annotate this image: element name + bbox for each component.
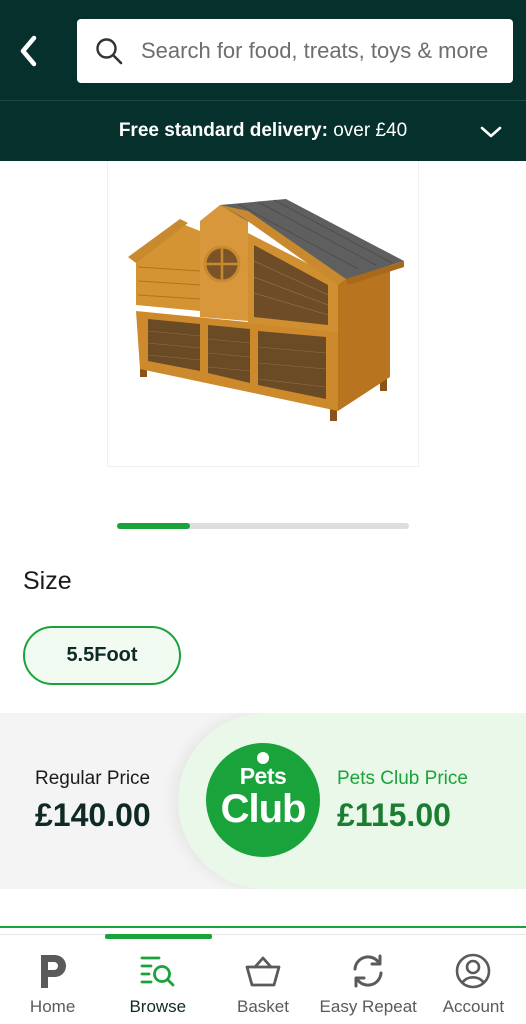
pets-club-price-label: Pets Club Price <box>337 768 468 789</box>
product-image[interactable] <box>107 161 419 467</box>
delivery-threshold-text: over £40 <box>327 120 408 141</box>
nav-label-account: Account <box>442 997 505 1016</box>
nav-item-basket[interactable]: Basket <box>210 935 315 1024</box>
delivery-banner[interactable]: Free standard delivery: over £40 <box>0 100 526 161</box>
nav-label-home: Home <box>29 997 76 1016</box>
price-panel: Regular Price £140.00 Pets Club Pets Clu… <box>0 713 526 889</box>
pets-club-logo: Pets Club <box>206 743 320 857</box>
nav-label-easy-repeat: Easy Repeat <box>319 997 417 1016</box>
rabbit-hutch-image <box>128 199 404 421</box>
delivery-bold-text: Free standard delivery: <box>118 120 328 141</box>
pets-club-logo-club-text: Club <box>220 787 307 831</box>
nav-item-easy-repeat[interactable]: Easy Repeat <box>316 935 421 1024</box>
delivery-text: Free standard delivery: over £40 <box>119 120 407 142</box>
regular-price-label: Regular Price <box>35 768 151 789</box>
browse-icon <box>138 951 178 991</box>
account-icon <box>453 951 493 991</box>
search-input[interactable] <box>141 38 501 64</box>
pets-club-price-value: £115.00 <box>337 797 451 833</box>
regular-price-value: £140.00 <box>35 797 151 833</box>
nav-item-home[interactable]: Home <box>0 935 105 1024</box>
image-carousel-progress <box>117 523 409 529</box>
section-divider <box>0 926 526 928</box>
search-icon <box>77 19 141 83</box>
nav-item-account[interactable]: Account <box>421 935 526 1024</box>
image-carousel-progress-fill <box>117 523 190 529</box>
bottom-navigation: Home Browse Basket Easy Repeat Account <box>0 934 526 1024</box>
app-header <box>0 0 526 100</box>
nav-label-browse: Browse <box>129 997 187 1016</box>
pets-club-logo-pets-text: Pets <box>239 763 287 789</box>
easy-repeat-icon <box>348 951 388 991</box>
back-button[interactable] <box>10 28 46 74</box>
chevron-left-icon <box>20 35 37 67</box>
home-icon <box>33 951 73 991</box>
chevron-down-icon[interactable] <box>478 119 504 145</box>
size-option-5-5foot[interactable]: 5.5Foot <box>23 626 181 685</box>
search-bar[interactable] <box>77 19 513 83</box>
basket-icon <box>243 951 283 991</box>
nav-item-browse[interactable]: Browse <box>105 935 210 1024</box>
nav-active-indicator <box>105 934 212 939</box>
nav-label-basket: Basket <box>237 997 289 1016</box>
size-label: Size <box>23 567 72 595</box>
